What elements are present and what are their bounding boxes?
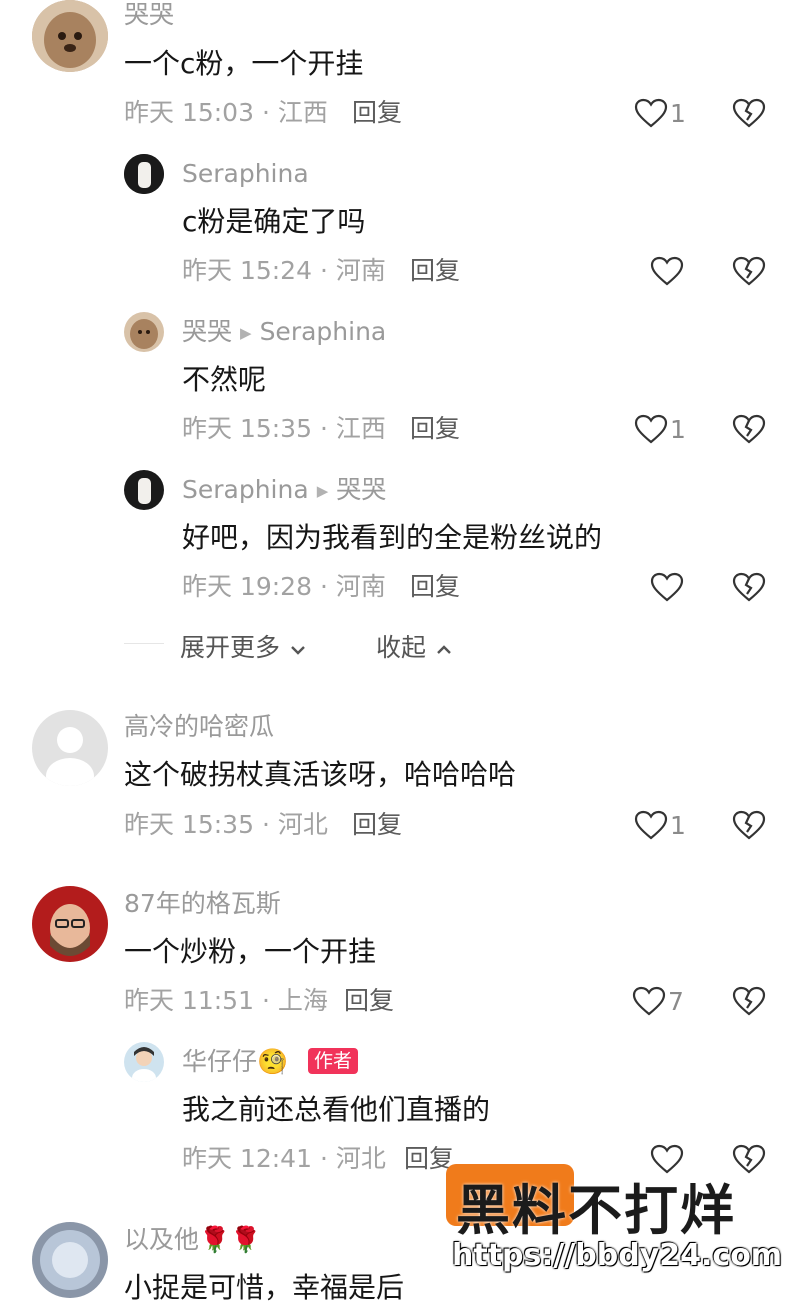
watermark-url: https://bbdy24.com xyxy=(452,1238,783,1273)
reply-to-username: 哭哭 xyxy=(336,475,387,504)
avatar[interactable] xyxy=(32,886,108,962)
reply-text: 我之前还总看他们直播的 xyxy=(182,1093,491,1126)
watermark-logo-text: 黑料不打烊 xyxy=(456,1179,736,1242)
comment-username[interactable]: 以及他🌹🌹 xyxy=(124,1225,261,1255)
avatar[interactable] xyxy=(32,710,108,786)
reply-button[interactable]: 回复 xyxy=(410,572,460,602)
reply-button[interactable]: 回复 xyxy=(352,810,402,840)
comment-text: 一个c粉，一个开挂 xyxy=(124,47,364,80)
avatar[interactable] xyxy=(32,1222,108,1298)
comment-text: 小捉是可惜，幸福是后 xyxy=(124,1271,405,1304)
reply-text: 不然呢 xyxy=(182,363,267,396)
broken-heart-icon xyxy=(732,98,766,128)
reply-button[interactable]: 回复 xyxy=(352,98,402,128)
like-button[interactable]: 1 xyxy=(634,810,686,840)
dislike-button[interactable] xyxy=(732,98,766,132)
comment-text: 一个炒粉，一个开挂 xyxy=(124,935,377,968)
chevron-up-icon xyxy=(437,645,451,654)
monocle-emoji: 🧐 xyxy=(257,1047,289,1076)
reply-button[interactable]: 回复 xyxy=(344,986,394,1016)
reply-arrow-icon: ▶ xyxy=(316,482,329,500)
like-count: 1 xyxy=(670,810,686,840)
avatar[interactable] xyxy=(124,154,164,194)
like-count: 1 xyxy=(670,98,686,128)
heart-icon xyxy=(634,810,668,840)
reply-meta: 昨天 15:24 · 河南 xyxy=(182,256,386,285)
chevron-down-icon xyxy=(291,646,305,655)
broken-heart-icon xyxy=(732,572,766,602)
reply-button[interactable]: 回复 xyxy=(410,414,460,444)
avatar[interactable] xyxy=(124,312,164,352)
like-button[interactable]: 7 xyxy=(632,986,684,1016)
avatar[interactable] xyxy=(32,0,108,72)
reply-meta: 昨天 19:28 · 河南 xyxy=(182,572,386,601)
broken-heart-icon xyxy=(732,414,766,444)
reply-username[interactable]: 华仔仔🧐 xyxy=(182,1047,288,1077)
dislike-button[interactable] xyxy=(732,810,766,844)
dislike-button[interactable] xyxy=(732,572,766,606)
like-count: 7 xyxy=(668,986,684,1016)
broken-heart-icon xyxy=(732,986,766,1016)
comment-username[interactable]: 87年的格瓦斯 xyxy=(124,889,281,919)
reply-to-username: Seraphina xyxy=(259,317,387,346)
heart-icon xyxy=(650,572,684,602)
heart-icon xyxy=(634,98,668,128)
author-badge: 作者 xyxy=(308,1048,359,1074)
collapse-button[interactable]: 收起 xyxy=(376,628,452,664)
comment-username[interactable]: 哭哭 xyxy=(124,0,174,30)
comment-meta: 昨天 15:35 · 河北 xyxy=(124,810,328,839)
reply-meta: 昨天 15:35 · 江西 xyxy=(182,414,386,443)
dislike-button[interactable] xyxy=(732,414,766,448)
broken-heart-icon xyxy=(732,256,766,286)
like-button[interactable]: 1 xyxy=(634,98,686,128)
reply-username[interactable]: Seraphina xyxy=(182,159,309,189)
reply-text: 好吧，因为我看到的全是粉丝说的 xyxy=(182,521,603,554)
like-button[interactable] xyxy=(650,256,686,286)
comment-username[interactable]: 高冷的哈密瓜 xyxy=(124,712,274,742)
like-button[interactable]: 1 xyxy=(634,414,686,444)
heart-icon xyxy=(650,256,684,286)
like-count: 1 xyxy=(670,414,686,444)
heart-icon xyxy=(634,414,668,444)
expand-more-button[interactable]: 展开更多 xyxy=(180,628,306,664)
expand-divider xyxy=(124,643,164,644)
reply-button[interactable]: 回复 xyxy=(410,256,460,286)
rose-emoji: 🌹🌹 xyxy=(199,1225,262,1254)
like-button[interactable] xyxy=(650,572,686,602)
dislike-button[interactable] xyxy=(732,256,766,290)
reply-arrow-icon: ▶ xyxy=(240,324,252,342)
reply-text: c粉是确定了吗 xyxy=(182,205,366,238)
watermark: 黑料不打烊 https://bbdy24.com xyxy=(440,1160,800,1288)
heart-icon xyxy=(632,986,666,1016)
comment-meta: 昨天 15:03 · 江西 xyxy=(124,98,328,127)
dislike-button[interactable] xyxy=(732,986,766,1020)
avatar[interactable] xyxy=(124,1042,164,1082)
avatar[interactable] xyxy=(124,470,164,510)
reply-meta: 昨天 12:41 · 河北 xyxy=(182,1144,386,1173)
comment-meta: 昨天 11:51 · 上海 xyxy=(124,986,328,1015)
broken-heart-icon xyxy=(732,810,766,840)
reply-username[interactable]: Seraphina ▶ 哭哭 xyxy=(182,475,386,508)
reply-username[interactable]: 哭哭 ▶ Seraphina xyxy=(182,317,386,350)
watermark-logo: 黑料不打烊 xyxy=(446,1164,786,1242)
comment-text: 这个破拐杖真活该呀，哈哈哈哈 xyxy=(124,758,517,791)
